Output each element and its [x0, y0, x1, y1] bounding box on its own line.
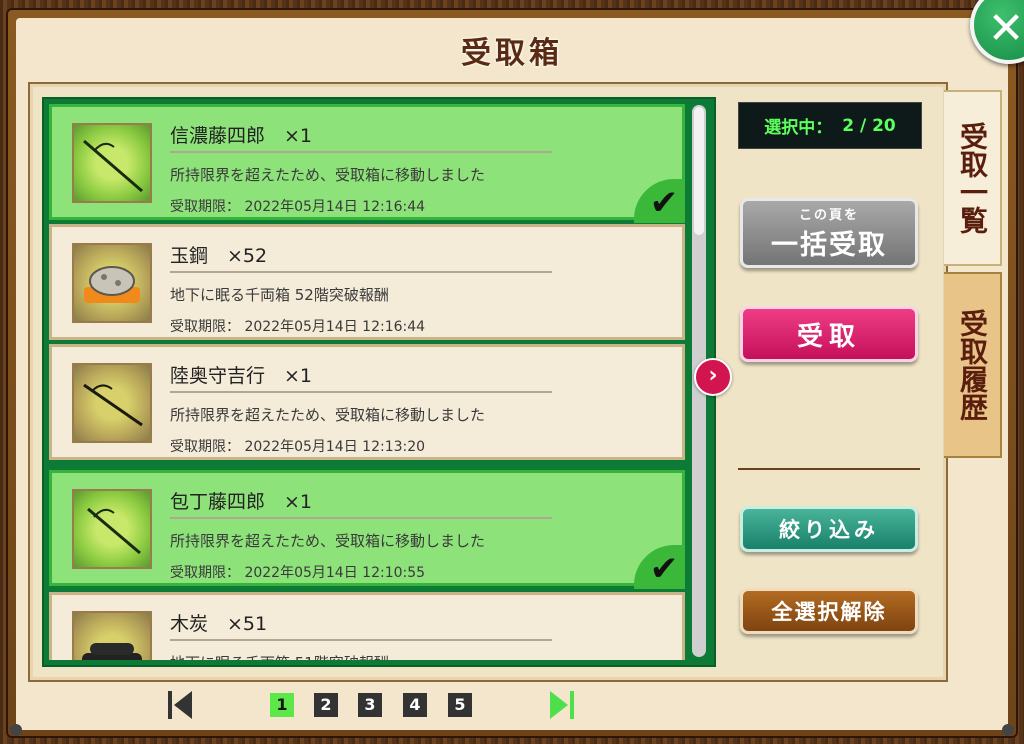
bulk-receive-label: 一括受取 [771, 230, 887, 261]
item-divider [170, 517, 552, 519]
checkmark-icon: ✔ [634, 545, 685, 589]
item-divider [170, 271, 552, 273]
page-button-1[interactable]: 1 [270, 693, 294, 717]
clear-selection-button[interactable]: 全選択解除 [740, 588, 918, 634]
charcoal-icon [72, 611, 152, 660]
item-description: 地下に眠る千両箱 52階突破報酬 [170, 286, 389, 304]
sword-icon [72, 123, 152, 203]
item-list: 信濃藤四郎 ×1 所持限界を超えたため、受取箱に移動しました 受取期限： 202… [42, 97, 716, 667]
item-divider [170, 151, 552, 153]
item-name: 陸奥守吉行 ×1 [170, 365, 313, 387]
bulk-receive-button[interactable]: この頁を 一括受取 [740, 198, 918, 268]
window-title: 受取箱 [461, 36, 563, 71]
chevron-right-icon[interactable]: › [694, 358, 732, 396]
item-expiry: 受取期限： 2022年05月14日 12:10:55 [170, 565, 426, 581]
tab-receive-history[interactable]: 受取履歴 [944, 272, 1002, 458]
tab-receive-list[interactable]: 受取一覧 [944, 90, 1002, 266]
bulk-receive-subtitle: この頁を [798, 208, 859, 223]
sword-icon [72, 489, 152, 569]
item-divider [170, 391, 552, 393]
checkmark-icon: ✔ [634, 179, 685, 223]
item-divider [170, 639, 552, 641]
ore-icon [72, 243, 152, 323]
item-name: 信濃藤四郎 ×1 [170, 125, 313, 147]
bolt-decoration [10, 724, 22, 736]
close-icon: ✕ [987, 2, 1024, 54]
item-expiry: 受取期限： 2022年05月14日 12:16:44 [170, 199, 426, 215]
item-name: 木炭 ×51 [170, 613, 268, 635]
item-description: 所持限界を超えたため、受取箱に移動しました [170, 406, 486, 424]
item-expiry: 受取期限： 2022年05月14日 12:16:44 [170, 319, 426, 335]
item-description: 地下に眠る千両箱 51階突破報酬 [170, 652, 389, 660]
page-button-5[interactable]: 5 [448, 693, 472, 717]
page-button-2[interactable]: 2 [314, 693, 338, 717]
last-page-icon[interactable] [548, 689, 576, 721]
counter-value: 2 / 20 [842, 115, 896, 136]
scrollbar-thumb[interactable] [694, 107, 704, 235]
bolt-decoration [1002, 724, 1014, 736]
list-item[interactable]: 包丁藤四郎 ×1 所持限界を超えたため、受取箱に移動しました 受取期限： 202… [49, 470, 685, 589]
counter-label: 選択中： [764, 118, 833, 138]
first-page-icon[interactable] [166, 689, 194, 721]
page-button-3[interactable]: 3 [358, 693, 382, 717]
item-name: 玉鋼 ×52 [170, 245, 268, 267]
selection-counter: 選択中： 2 / 20 [738, 102, 922, 149]
divider [738, 468, 920, 470]
item-description: 所持限界を超えたため、受取箱に移動しました [170, 166, 486, 184]
sword-icon [72, 363, 152, 443]
item-name: 包丁藤四郎 ×1 [170, 491, 313, 513]
list-item[interactable]: 木炭 ×51 地下に眠る千両箱 51階突破報酬 [49, 592, 685, 660]
list-item[interactable]: 陸奥守吉行 ×1 所持限界を超えたため、受取箱に移動しました 受取期限： 202… [49, 344, 685, 460]
item-expiry: 受取期限： 2022年05月14日 12:13:20 [170, 439, 426, 455]
item-description: 所持限界を超えたため、受取箱に移動しました [170, 532, 486, 550]
list-item[interactable]: 玉鋼 ×52 地下に眠る千両箱 52階突破報酬 受取期限： 2022年05月14… [49, 224, 685, 340]
filter-button[interactable]: 絞り込み [740, 506, 918, 552]
list-item[interactable]: 信濃藤四郎 ×1 所持限界を超えたため、受取箱に移動しました 受取期限： 202… [49, 104, 685, 223]
page-button-4[interactable]: 4 [403, 693, 427, 717]
receive-button[interactable]: 受取 [740, 306, 918, 362]
